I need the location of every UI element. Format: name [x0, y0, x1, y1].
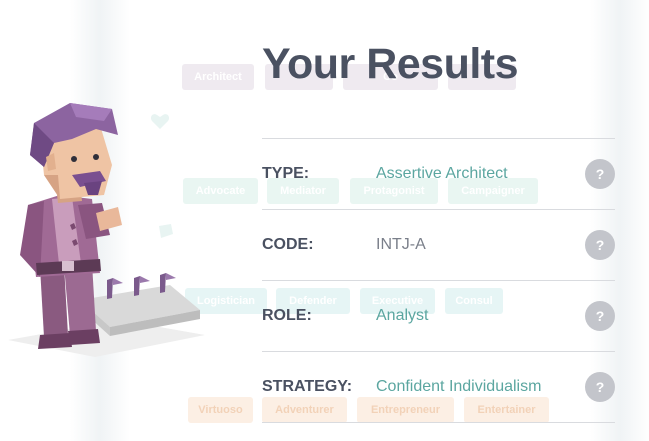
divider [262, 209, 615, 210]
question-mark-icon: ? [595, 308, 605, 324]
architect-character-illustration [8, 103, 205, 357]
type-value[interactable]: Assertive Architect [376, 165, 508, 183]
role-label: ROLE: [262, 307, 312, 324]
question-mark-icon: ? [595, 237, 605, 253]
type-label: TYPE: [262, 165, 310, 182]
role-help-button[interactable]: ? [585, 301, 615, 331]
divider [262, 138, 615, 139]
strategy-label: STRATEGY: [262, 378, 353, 395]
strategy-value[interactable]: Confident Individualism [376, 378, 541, 396]
question-mark-icon: ? [595, 166, 605, 182]
strategy-help-button[interactable]: ? [585, 372, 615, 402]
code-label: CODE: [262, 236, 314, 253]
background-chip: Consul [445, 288, 503, 314]
code-help-button[interactable]: ? [585, 230, 615, 260]
divider [262, 280, 615, 281]
role-value[interactable]: Analyst [376, 307, 428, 325]
divider [262, 351, 615, 352]
background-chip: Entertainer [464, 397, 549, 423]
question-mark-icon: ? [595, 379, 605, 395]
background-chip: Architect [182, 64, 254, 90]
page-title: Your Results [262, 40, 519, 88]
background-chip: Entrepreneur [357, 397, 454, 423]
code-value: INTJ-A [376, 236, 426, 253]
background-chip: Virtuoso [188, 397, 253, 423]
type-help-button[interactable]: ? [585, 159, 615, 189]
divider [262, 422, 615, 423]
background-chip: Adventurer [262, 397, 347, 423]
